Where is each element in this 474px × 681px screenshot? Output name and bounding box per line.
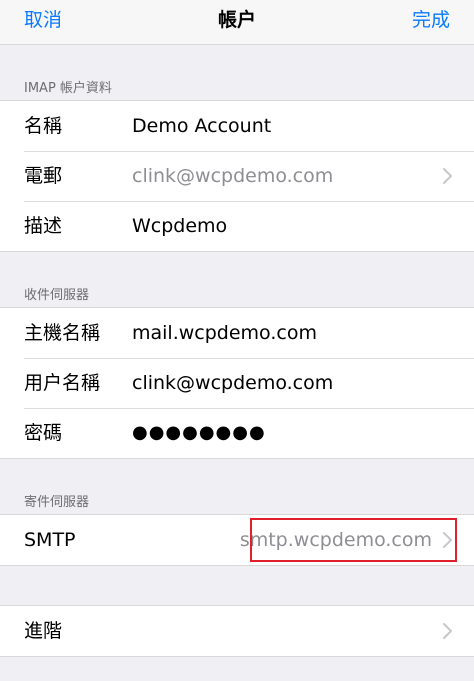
- incoming-server-group: 主機名稱 mail.wcpdemo.com 用户名稱 clink@wcpdemo…: [0, 307, 474, 459]
- done-button[interactable]: 完成: [412, 0, 450, 44]
- description-row[interactable]: 描述 Wcpdemo: [0, 201, 474, 251]
- chevron-right-icon: [443, 623, 452, 639]
- section-header-incoming: 收件伺服器: [24, 288, 90, 303]
- advanced-label: 進階: [24, 620, 63, 642]
- username-label: 用户名稱: [24, 372, 101, 394]
- section-header-outgoing: 寄件伺服器: [24, 495, 90, 510]
- hostname-field[interactable]: mail.wcpdemo.com: [132, 308, 317, 358]
- chevron-right-icon: [443, 168, 452, 184]
- email-row[interactable]: 電郵 clink@wcpdemo.com: [0, 151, 474, 201]
- password-row[interactable]: 密碼 ●●●●●●●●: [0, 408, 474, 458]
- navigation-bar: 取消 帳户 完成: [0, 0, 474, 45]
- username-field[interactable]: clink@wcpdemo.com: [132, 358, 333, 408]
- advanced-row[interactable]: 進階: [0, 606, 474, 656]
- hostname-row[interactable]: 主機名稱 mail.wcpdemo.com: [0, 308, 474, 358]
- description-label: 描述: [24, 215, 63, 237]
- name-label: 名稱: [24, 115, 63, 137]
- name-row[interactable]: 名稱 Demo Account: [0, 101, 474, 151]
- smtp-label: SMTP: [24, 529, 76, 551]
- section-header-imap: IMAP 帳户資料: [24, 81, 112, 96]
- username-row[interactable]: 用户名稱 clink@wcpdemo.com: [0, 358, 474, 408]
- outgoing-server-group: SMTP smtp.wcpdemo.com: [0, 514, 474, 566]
- email-label: 電郵: [24, 165, 63, 187]
- highlight-box: [250, 518, 457, 562]
- password-label: 密碼: [24, 422, 63, 444]
- password-field[interactable]: ●●●●●●●●: [132, 408, 266, 458]
- advanced-group: 進階: [0, 605, 474, 657]
- cancel-button[interactable]: 取消: [24, 0, 62, 44]
- description-field[interactable]: Wcpdemo: [132, 201, 227, 251]
- email-value: clink@wcpdemo.com: [132, 165, 334, 187]
- smtp-row[interactable]: SMTP smtp.wcpdemo.com: [0, 515, 474, 565]
- name-field[interactable]: Demo Account: [132, 101, 271, 151]
- page-title: 帳户: [217, 9, 256, 31]
- hostname-label: 主機名稱: [24, 322, 101, 344]
- imap-account-group: 名稱 Demo Account 電郵 clink@wcpdemo.com 描述 …: [0, 100, 474, 252]
